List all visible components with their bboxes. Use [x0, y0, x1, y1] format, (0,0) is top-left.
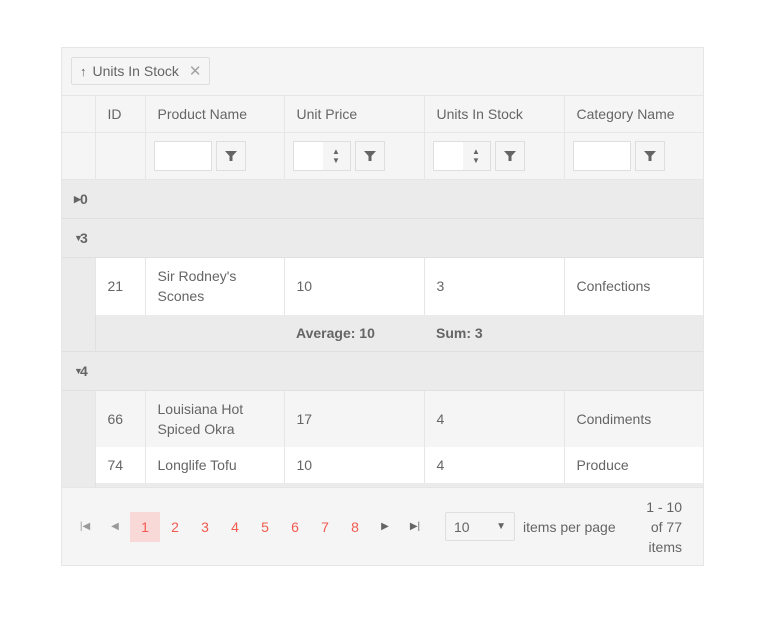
previous-page-button[interactable]: ◀: [100, 512, 130, 542]
group-chip-units-in-stock[interactable]: ↑ Units In Stock ✕: [71, 57, 211, 85]
group-header-row: ▼ 4: [62, 351, 703, 391]
group-value: 4: [80, 362, 88, 379]
cell-id: 74: [94, 447, 145, 483]
units-in-stock-filter-button[interactable]: [494, 141, 525, 171]
group-panel: ↑ Units In Stock ✕: [62, 48, 703, 96]
cell-id: 66: [94, 390, 145, 447]
group-header-row: ▼ 3: [62, 218, 703, 258]
pager: |◀ ◀ 1 2 3 4 5 6 7 8 ▶ ▶| 10 ▼ items per…: [62, 487, 703, 565]
column-header-units-in-stock[interactable]: Units In Stock: [423, 96, 564, 133]
last-page-button[interactable]: ▶|: [400, 512, 430, 542]
cell-product-name: Louisiana Hot Spiced Okra: [144, 390, 284, 447]
cell-units-in-stock: 4: [423, 447, 564, 483]
page-size-value: 10: [454, 518, 470, 535]
collapse-icon[interactable]: ▼: [62, 351, 95, 391]
category-name-filter-button[interactable]: [634, 141, 665, 171]
cell-unit-price: 17: [283, 390, 424, 447]
cell-units-in-stock: 4: [423, 390, 564, 447]
page-size-dropdown[interactable]: 10 ▼: [445, 512, 515, 541]
group-indent: [62, 314, 96, 352]
collapse-icon[interactable]: ▼: [62, 218, 95, 258]
page-4-button[interactable]: 4: [220, 512, 250, 542]
sort-ascending-icon: ↑: [80, 63, 87, 79]
pager-info: 1 - 10 of 77 items: [646, 498, 682, 555]
units-in-stock-filter-input[interactable]: ▲ ▼: [432, 141, 491, 171]
filter-icon: [363, 151, 376, 161]
unit-price-filter-input[interactable]: ▲ ▼: [292, 141, 351, 171]
grid-table: ID Product Name Unit Price Units In Stoc…: [62, 96, 703, 496]
previous-page-icon: ◀: [111, 521, 119, 532]
column-header-id[interactable]: ID: [94, 96, 145, 133]
data-grid: ↑ Units In Stock ✕ ID Product Name Unit …: [61, 47, 704, 566]
page-5-button[interactable]: 5: [250, 512, 280, 542]
group-indent: [62, 390, 95, 447]
group-footer-row: Average: 10 Sum: 3: [62, 314, 703, 352]
page-6-button[interactable]: 6: [280, 512, 310, 542]
product-name-filter-input[interactable]: [153, 141, 212, 171]
table-row[interactable]: 66 Louisiana Hot Spiced Okra 17 4 Condim…: [62, 390, 703, 447]
page-8-button[interactable]: 8: [340, 512, 370, 542]
cell-product-name: Sir Rodney's Scones: [144, 257, 284, 315]
filter-id-empty: [94, 132, 145, 180]
filter-icon: [503, 151, 516, 161]
page-1-button[interactable]: 1: [130, 511, 160, 542]
page-3-button[interactable]: 3: [190, 512, 220, 542]
column-header-category-name[interactable]: Category Name: [563, 96, 703, 133]
filter-icon: [224, 151, 237, 161]
group-chip-label: Units In Stock: [92, 63, 179, 79]
next-page-icon: ▶: [381, 521, 389, 532]
group-value: 0: [80, 191, 88, 207]
cell-unit-price: 10: [283, 447, 424, 483]
group-header-row: ▶ 0: [62, 179, 703, 219]
cell-category-name: Produce: [563, 447, 703, 483]
last-page-icon: ▶|: [409, 521, 421, 532]
first-page-icon: |◀: [79, 521, 91, 532]
spinner-arrows-icon[interactable]: ▲ ▼: [462, 142, 490, 170]
column-header-product-name[interactable]: Product Name: [144, 96, 284, 133]
table-row[interactable]: 21 Sir Rodney's Scones 10 3 Confections: [62, 257, 703, 315]
cell-unit-price: 10: [283, 257, 424, 315]
cell-category-name: Confections: [563, 257, 703, 315]
filter-indent: [62, 132, 95, 180]
next-page-button[interactable]: ▶: [370, 512, 400, 542]
unit-price-aggregate: Average: 10: [284, 314, 424, 352]
expand-icon[interactable]: ▶: [62, 179, 95, 219]
group-indent: [62, 257, 95, 315]
cell-category-name: Condiments: [563, 390, 703, 447]
close-icon[interactable]: ✕: [189, 62, 202, 80]
chevron-down-icon: ▼: [496, 521, 506, 532]
unit-price-filter-button[interactable]: [354, 141, 385, 171]
header-row: ID Product Name Unit Price Units In Stoc…: [62, 96, 703, 133]
items-per-page-label: items per page: [523, 518, 616, 535]
first-page-button[interactable]: |◀: [70, 512, 100, 542]
filter-row: ▲ ▼ ▲ ▼: [62, 132, 703, 180]
filter-icon: [643, 151, 656, 161]
group-indent: [62, 447, 95, 483]
product-name-filter-button[interactable]: [215, 141, 246, 171]
table-row[interactable]: 74 Longlife Tofu 10 4 Produce: [62, 447, 703, 483]
page-2-button[interactable]: 2: [160, 512, 190, 542]
spinner-arrows-icon[interactable]: ▲ ▼: [322, 142, 350, 170]
cell-product-name: Longlife Tofu: [144, 447, 284, 483]
cell-id: 21: [94, 257, 145, 315]
column-header-unit-price[interactable]: Unit Price: [283, 96, 424, 133]
cell-units-in-stock: 3: [423, 257, 564, 315]
units-in-stock-aggregate: Sum: 3: [424, 314, 564, 352]
category-name-filter-input[interactable]: [572, 141, 631, 171]
group-value: 3: [80, 230, 88, 246]
page-7-button[interactable]: 7: [310, 512, 340, 542]
group-indent-header: [62, 96, 95, 133]
